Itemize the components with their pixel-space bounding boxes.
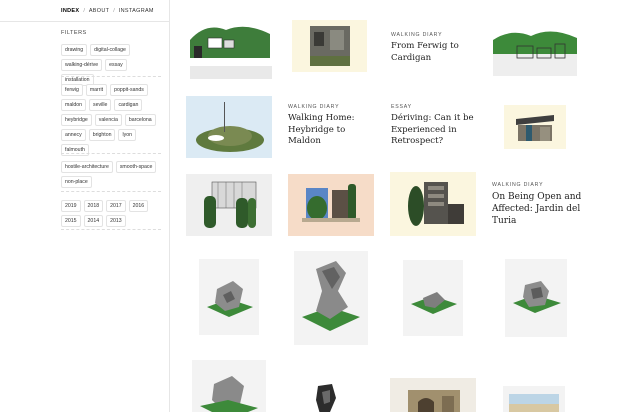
post-grid: WALKING DIARY From Ferwig to Cardigan WA…	[171, 0, 640, 412]
top-nav: INDEX / ABOUT / INSTAGRAM	[0, 0, 169, 22]
filter-tag[interactable]: marrit	[85, 84, 108, 96]
post-thumbnail[interactable]	[186, 96, 272, 158]
post-title[interactable]: Dériving: Can it be Experienced in Retro…	[391, 113, 486, 148]
filter-tag[interactable]: heybridge	[61, 114, 92, 126]
nav-separator: /	[113, 7, 115, 14]
filter-tag[interactable]: falmouth	[61, 144, 89, 156]
post-kicker: WALKING DIARY	[288, 104, 340, 110]
post-thumbnail[interactable]	[503, 386, 565, 412]
filter-tag[interactable]: hostile-architecture	[61, 161, 113, 173]
filter-tag[interactable]: smooth-space	[115, 161, 157, 173]
post-thumbnail[interactable]	[390, 172, 476, 236]
nav-about-link[interactable]: ABOUT	[89, 8, 109, 14]
post-kicker: WALKING DIARY	[492, 182, 544, 188]
post-thumbnail[interactable]	[292, 20, 367, 72]
filter-tag[interactable]: walking-dérive	[61, 59, 103, 71]
filter-tag[interactable]: barcelona	[124, 114, 156, 126]
filter-tag[interactable]: 2018	[83, 200, 104, 212]
post-thumbnail[interactable]	[186, 16, 272, 80]
sidebar: INDEX / ABOUT / INSTAGRAM FILTERS drawin…	[0, 0, 170, 412]
post-thumbnail[interactable]	[491, 18, 579, 80]
post-thumbnail[interactable]	[403, 260, 463, 336]
post-card[interactable]: ESSAY Dériving: Can it be Experienced in…	[391, 104, 486, 148]
filter-tag[interactable]: lyon	[118, 129, 137, 141]
post-thumbnail[interactable]	[288, 174, 374, 236]
filter-tag[interactable]: ferwig	[61, 84, 83, 96]
filter-tag[interactable]: poppit-sands	[110, 84, 148, 96]
filter-group-place: ferwig marrit poppit-sands maldon sevill…	[61, 84, 161, 156]
post-thumbnail[interactable]	[505, 259, 567, 337]
filter-tag[interactable]: non-place	[61, 176, 92, 188]
filter-tag[interactable]: 2019	[61, 200, 81, 212]
post-card[interactable]: WALKING DIARY On Being Open and Affected…	[492, 182, 592, 227]
post-kicker: ESSAY	[391, 104, 412, 110]
filters-heading: FILTERS	[61, 30, 87, 36]
post-thumbnail[interactable]	[199, 259, 259, 335]
nav-separator: /	[83, 7, 85, 14]
filter-tag[interactable]: essay	[105, 59, 127, 71]
post-kicker: WALKING DIARY	[391, 32, 443, 38]
filter-tag[interactable]: 2016	[128, 200, 149, 212]
post-thumbnail[interactable]	[294, 251, 368, 345]
filter-tag[interactable]: seville	[89, 99, 112, 111]
filter-tag[interactable]: cardigan	[114, 99, 143, 111]
filter-tag[interactable]: 2014	[83, 215, 104, 227]
filter-tag[interactable]: 2015	[61, 215, 81, 227]
filter-tag[interactable]: 2017	[106, 200, 126, 212]
post-thumbnail[interactable]	[192, 360, 266, 412]
filter-group-year: 2019 2018 2017 2016 2015 2014 2013	[61, 200, 161, 227]
post-card[interactable]: WALKING DIARY Walking Home: Heybridge to…	[288, 104, 378, 148]
post-card[interactable]: WALKING DIARY From Ferwig to Cardigan	[391, 32, 481, 64]
filter-tag[interactable]: drawing	[61, 44, 88, 56]
filter-tag[interactable]: annecy	[61, 129, 86, 141]
post-thumbnail[interactable]	[504, 105, 566, 149]
filter-group-type: drawing digital-collage walking-dérive e…	[61, 44, 161, 86]
post-title[interactable]: Walking Home: Heybridge to Maldon	[288, 113, 378, 148]
filter-tag[interactable]: 2013	[106, 215, 126, 227]
post-title[interactable]: On Being Open and Affected: Jardin del T…	[492, 191, 592, 227]
divider	[61, 191, 161, 192]
filter-tag[interactable]: brighton	[88, 129, 116, 141]
divider	[61, 153, 161, 154]
filter-tag[interactable]: digital-collage	[90, 44, 130, 56]
filter-tag[interactable]: valencia	[94, 114, 122, 126]
divider	[61, 229, 161, 230]
nav-index-link[interactable]: INDEX	[61, 8, 79, 14]
divider	[61, 76, 161, 77]
post-thumbnail[interactable]	[186, 174, 272, 236]
filter-tag[interactable]: maldon	[61, 99, 87, 111]
post-thumbnail[interactable]	[390, 378, 476, 412]
nav-instagram-link[interactable]: INSTAGRAM	[119, 8, 154, 14]
post-thumbnail[interactable]	[304, 378, 350, 412]
post-title[interactable]: From Ferwig to Cardigan	[391, 41, 481, 64]
filter-group-theme: hostile-architecture smooth-space non-pl…	[61, 161, 161, 188]
